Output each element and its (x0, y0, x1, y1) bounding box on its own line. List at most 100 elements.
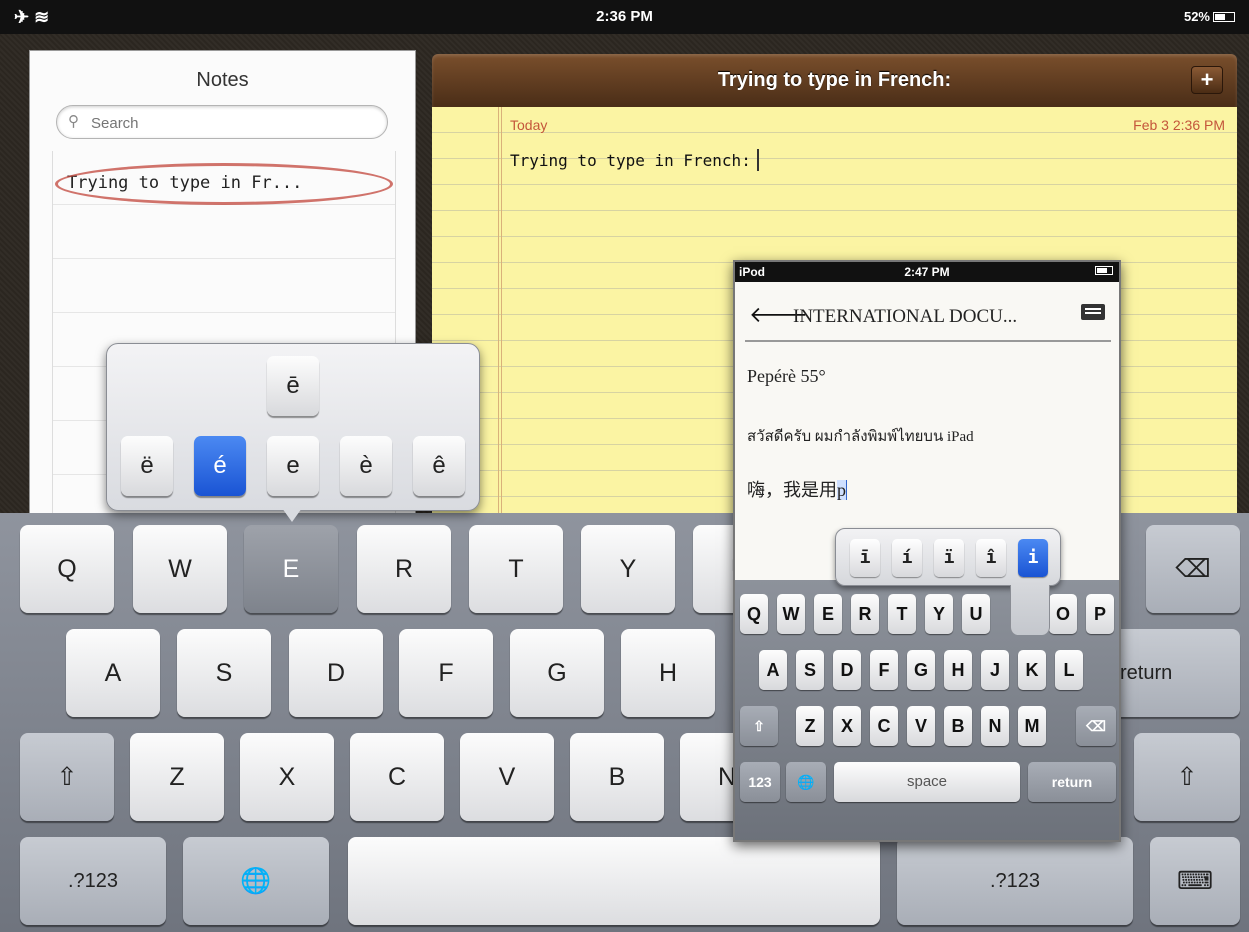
note-date: Today (510, 117, 548, 133)
doc-line-3-text: 嗨，我是用 (747, 480, 837, 500)
ipod-accent-i-diaeresis[interactable]: ï (934, 539, 964, 577)
shift-key-left[interactable]: ⇧ (20, 733, 114, 821)
key-c[interactable]: C (350, 733, 444, 821)
globe-icon: 🌐 (240, 867, 272, 895)
doc-line-3[interactable]: 嗨，我是用p (747, 476, 847, 502)
key-x[interactable]: X (240, 733, 334, 821)
ipod-accent-i-circumflex[interactable]: î (976, 539, 1006, 577)
ipod-key-x[interactable]: X (833, 706, 861, 746)
ipod-key-n[interactable]: N (981, 706, 1009, 746)
ipod-key-l[interactable]: L (1055, 650, 1083, 690)
ipod-space-key[interactable]: space (834, 762, 1020, 802)
key-d[interactable]: D (289, 629, 383, 717)
ipod-key-h[interactable]: H (944, 650, 972, 690)
delete-key[interactable]: ⌫ (1146, 525, 1240, 613)
ipod-key-f[interactable]: F (870, 650, 898, 690)
key-r[interactable]: R (357, 525, 451, 613)
ipod-key-t[interactable]: T (888, 594, 916, 634)
status-time: 2:36 PM (596, 8, 653, 25)
key-g[interactable]: G (510, 629, 604, 717)
note-body-text: Trying to type in French: (510, 151, 751, 170)
ipod-key-e[interactable]: E (814, 594, 842, 634)
hide-keyboard-key[interactable]: ⌨ (1150, 837, 1240, 925)
ipod-accent-i-acute[interactable]: í (892, 539, 922, 577)
list-item[interactable]: Trying to type in Fr... (53, 159, 397, 205)
ipod-key-y[interactable]: Y (925, 594, 953, 634)
ipod-key-v[interactable]: V (907, 706, 935, 746)
ipod-key-j[interactable]: J (981, 650, 1009, 690)
ipod-key-g[interactable]: G (907, 650, 935, 690)
key-q[interactable]: Q (20, 525, 114, 613)
battery-icon (1213, 12, 1235, 22)
key-f[interactable]: F (399, 629, 493, 717)
ipod-numbers-key[interactable]: 123 (740, 762, 780, 802)
key-z[interactable]: Z (130, 733, 224, 821)
ipod-battery-icon (1095, 266, 1113, 275)
numbers-key-right[interactable]: .?123 (897, 837, 1133, 925)
selection-circle (55, 163, 393, 205)
paper-margin-line (498, 107, 502, 517)
search-icon: ⚲ (68, 113, 79, 130)
ipod-key-q[interactable]: Q (740, 594, 768, 634)
key-h[interactable]: H (621, 629, 715, 717)
doc-header: 🡐 INTERNATIONAL DOCU... (745, 292, 1111, 342)
notes-list-title: Notes (196, 69, 249, 91)
ipod-key-d[interactable]: D (833, 650, 861, 690)
key-t[interactable]: T (469, 525, 563, 613)
key-b[interactable]: B (570, 733, 664, 821)
key-e[interactable]: E (244, 525, 338, 613)
key-v[interactable]: V (460, 733, 554, 821)
key-s[interactable]: S (177, 629, 271, 717)
doc-line-2: สวัสดีครับ ผมกำลังพิมพ์ไทยบน iPad (747, 429, 974, 445)
ipod-globe-key[interactable]: 🌐 (786, 762, 826, 802)
key-a[interactable]: A (66, 629, 160, 717)
doc-line-1: Pepérè 55° (747, 366, 826, 386)
ipod-key-z[interactable]: Z (796, 706, 824, 746)
accent-key-e-grave[interactable]: è (340, 436, 392, 496)
ipod-shift-key[interactable]: ⇧ (740, 706, 778, 746)
ipod-status-bar: iPod 2:47 PM (735, 262, 1119, 282)
note-title: Trying to type in French: (717, 69, 952, 91)
ipod-keyboard: Q W E R T Y U O P A S D F G H J K L ⇧ Z … (735, 580, 1119, 840)
accent-key-e[interactable]: e (267, 436, 319, 496)
ipod-key-k[interactable]: K (1018, 650, 1046, 690)
ipod-key-a[interactable]: A (759, 650, 787, 690)
ipod-return-key[interactable]: return (1028, 762, 1116, 802)
search-input[interactable] (91, 113, 371, 133)
note-header: Trying to type in French: + (432, 54, 1237, 107)
globe-icon: 🌐 (797, 774, 815, 790)
ipod-key-b[interactable]: B (944, 706, 972, 746)
ipod-key-w[interactable]: W (777, 594, 805, 634)
globe-key[interactable]: 🌐 (183, 837, 329, 925)
ipod-delete-key[interactable]: ⌫ (1076, 706, 1116, 746)
status-bar: ✈ ≋ 2:36 PM 52% (0, 0, 1249, 34)
key-y[interactable]: Y (581, 525, 675, 613)
keyboard-toggle-icon[interactable] (1081, 304, 1105, 320)
ipod-key-u[interactable]: U (962, 594, 990, 634)
ipod-key-o[interactable]: O (1049, 594, 1077, 634)
battery-percent: 52% (1183, 9, 1210, 24)
accent-key-e-macron[interactable]: ē (267, 356, 319, 416)
accent-popup: ē ë é e è ê (106, 343, 480, 522)
note-body[interactable]: Trying to type in French: (510, 149, 759, 171)
ipod-key-s[interactable]: S (796, 650, 824, 690)
space-key[interactable] (348, 837, 880, 925)
accent-key-e-acute[interactable]: é (194, 436, 246, 496)
ipod-time: 2:47 PM (904, 265, 950, 279)
shift-key-right[interactable]: ⇧ (1134, 733, 1240, 821)
ipod-accent-i-macron[interactable]: ī (850, 539, 880, 577)
ipod-key-r[interactable]: R (851, 594, 879, 634)
key-w[interactable]: W (133, 525, 227, 613)
accent-key-e-circumflex[interactable]: ê (413, 436, 465, 496)
add-note-button[interactable]: + (1191, 66, 1223, 94)
ipod-key-c[interactable]: C (870, 706, 898, 746)
ipod-key-m[interactable]: M (1018, 706, 1046, 746)
numbers-key-left[interactable]: .?123 (20, 837, 166, 925)
search-field[interactable]: ⚲ (56, 105, 388, 139)
accent-key-e-diaeresis[interactable]: ë (121, 436, 173, 496)
ipod-accent-popup: ī í ï î i (835, 528, 1061, 635)
text-caret (756, 149, 759, 171)
ipod-accent-i[interactable]: i (1018, 539, 1048, 577)
doc-line-3-marked-text: p (837, 480, 846, 500)
ipod-key-p[interactable]: P (1086, 594, 1114, 634)
